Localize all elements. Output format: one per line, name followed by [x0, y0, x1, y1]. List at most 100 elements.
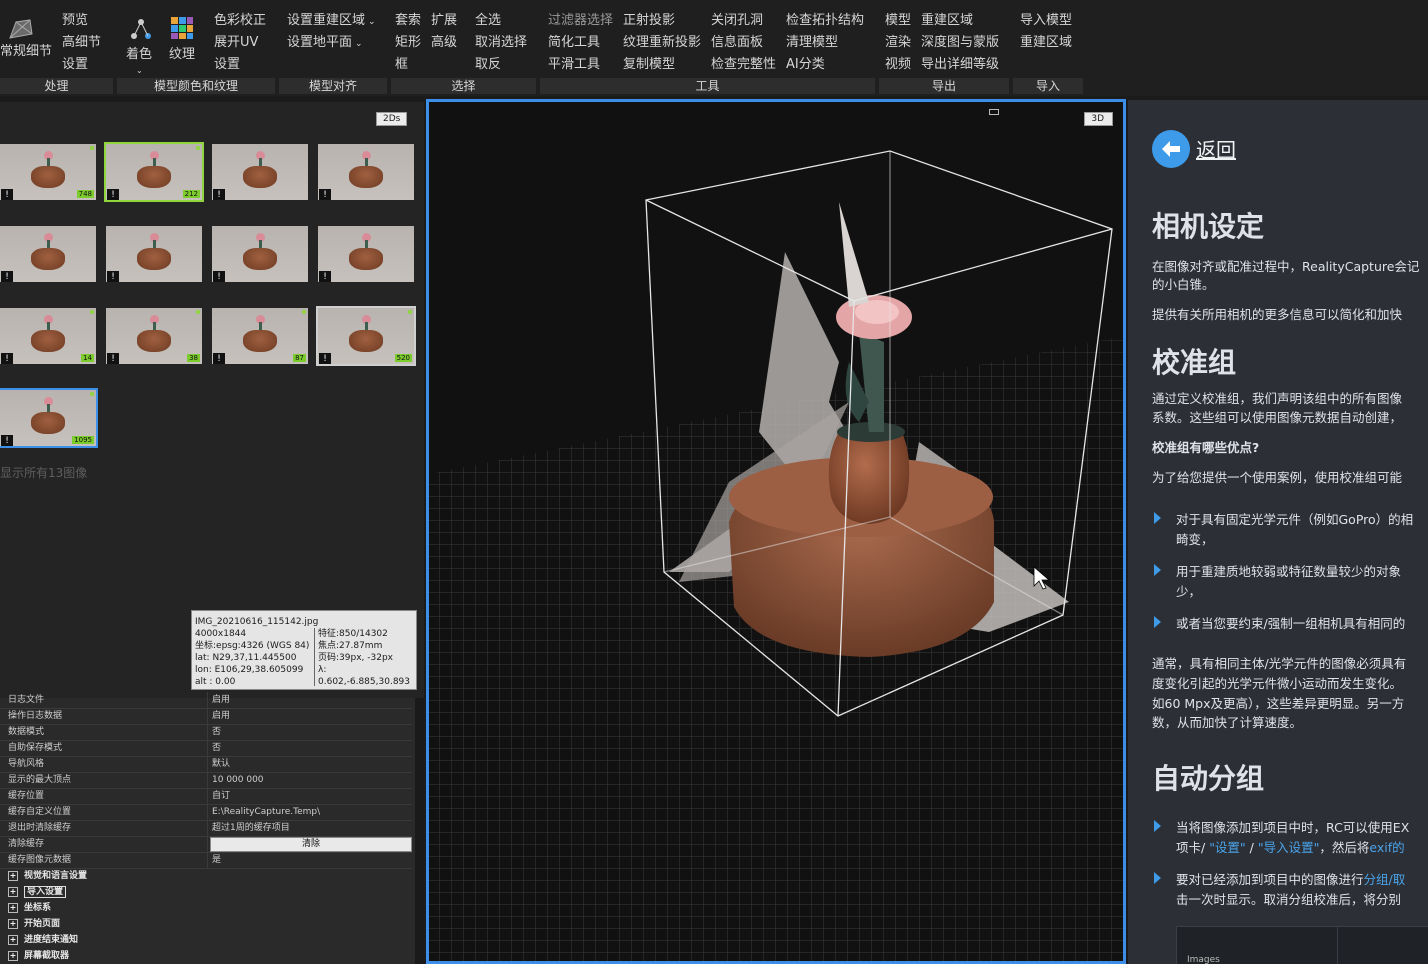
- back-arrow-icon[interactable]: [1152, 130, 1190, 168]
- settings-value[interactable]: 启用: [212, 692, 230, 708]
- box-button[interactable]: 框: [395, 57, 408, 73]
- image-thumbnail[interactable]: ! 87: [212, 308, 308, 364]
- exif-link[interactable]: exif的: [1369, 840, 1404, 855]
- settings-section[interactable]: + 导入设置: [8, 884, 408, 900]
- settings-section[interactable]: + 坐标系: [8, 900, 408, 916]
- settings-row[interactable]: 自助保存模式 否: [0, 740, 412, 757]
- view-2d-badge[interactable]: 2Ds: [376, 112, 408, 126]
- image-thumbnail[interactable]: ! 1095: [0, 388, 98, 448]
- ai-classify-button[interactable]: AI分类: [786, 57, 825, 73]
- settings-value[interactable]: 否: [212, 724, 221, 740]
- settings-row[interactable]: 操作日志数据 启用: [0, 708, 412, 725]
- colorize-button[interactable]: 着色: [126, 47, 152, 63]
- export-model-button[interactable]: 模型: [885, 13, 911, 29]
- image-thumbnail[interactable]: ! 14: [0, 308, 96, 364]
- expand-plus-icon[interactable]: +: [8, 934, 18, 945]
- image-thumbnail[interactable]: !: [212, 226, 308, 282]
- expand-plus-icon[interactable]: +: [8, 918, 18, 929]
- extend-button[interactable]: 扩展: [431, 13, 457, 29]
- image-thumbnail[interactable]: !: [318, 226, 414, 282]
- settings-value[interactable]: 启用: [212, 708, 230, 724]
- view-3d-badge[interactable]: 3D: [1084, 112, 1113, 126]
- copy-model-button[interactable]: 复制模型: [623, 57, 675, 73]
- export-lod-button[interactable]: 导出详细等级: [921, 57, 999, 73]
- check-integrity-button[interactable]: 检查完整性: [711, 57, 776, 73]
- settings-value[interactable]: 10 000 000: [212, 772, 264, 788]
- preview-button[interactable]: 预览: [62, 13, 88, 29]
- clean-model-button[interactable]: 清理模型: [786, 35, 838, 51]
- settings-link[interactable]: "设置": [1209, 840, 1246, 855]
- check-topology-button[interactable]: 检查拓扑结构: [786, 13, 864, 29]
- viewport-3d[interactable]: 3D: [426, 99, 1126, 964]
- settings-section[interactable]: + 屏幕截取器: [8, 948, 408, 964]
- settings-value[interactable]: 自订: [212, 788, 230, 804]
- rectangle-button[interactable]: 矩形: [395, 35, 421, 51]
- settings-section[interactable]: + 开始页面: [8, 916, 408, 932]
- color-correction-button[interactable]: 色彩校正: [214, 13, 266, 29]
- expand-plus-icon[interactable]: +: [8, 950, 18, 961]
- settings-row[interactable]: 缓存图像元数据 是: [0, 852, 412, 869]
- set-reconstruction-region-button[interactable]: 设置重建区域 ⌄: [287, 13, 376, 30]
- image-thumbnail[interactable]: ! 38: [106, 308, 202, 364]
- set-ground-plane-button[interactable]: 设置地平面 ⌄: [287, 35, 363, 52]
- image-thumbnail[interactable]: !: [318, 144, 414, 200]
- expand-plus-icon[interactable]: +: [8, 886, 18, 897]
- settings-value[interactable]: 是: [212, 852, 221, 868]
- expand-plus-icon[interactable]: +: [8, 870, 18, 881]
- image-thumbnail[interactable]: !: [106, 226, 202, 282]
- settings-value[interactable]: 超过1周的缓存项目: [212, 820, 290, 836]
- expand-plus-icon[interactable]: +: [8, 902, 18, 913]
- settings-row[interactable]: 数据模式 否: [0, 724, 412, 741]
- settings-row[interactable]: 退出时清除缓存 超过1周的缓存项目: [0, 820, 412, 837]
- info-panel-button[interactable]: 信息面板: [711, 35, 763, 51]
- high-detail-button[interactable]: 高细节: [62, 35, 101, 51]
- settings-value[interactable]: 默认: [212, 756, 230, 772]
- filter-selection-button[interactable]: 过滤器选择: [548, 13, 613, 29]
- settings-section[interactable]: + 进度结束通知: [8, 932, 408, 948]
- lasso-button[interactable]: 套索: [395, 13, 421, 29]
- smoothing-tool-button[interactable]: 平滑工具: [548, 57, 600, 73]
- show-all-images-link[interactable]: 显示所有13图像: [0, 464, 87, 481]
- select-all-button[interactable]: 全选: [475, 13, 501, 29]
- ortho-projection-button[interactable]: 正射投影: [623, 13, 675, 29]
- settings-row[interactable]: 导航风格 默认: [0, 756, 412, 773]
- settings-row[interactable]: 清除缓存 清除: [0, 836, 412, 853]
- image-thumbnail[interactable]: ! 212: [104, 142, 204, 202]
- image-thumbnail[interactable]: !: [0, 226, 96, 282]
- feature-count-badge: 87: [293, 354, 306, 362]
- normal-detail-button[interactable]: 常规细节: [0, 44, 52, 60]
- invert-button[interactable]: 取反: [475, 57, 501, 73]
- close-holes-button[interactable]: 关闭孔洞: [711, 13, 763, 29]
- video-button[interactable]: 视频: [885, 57, 911, 73]
- settings-value[interactable]: 否: [212, 740, 221, 756]
- image-thumbnail[interactable]: ! 520: [316, 306, 416, 366]
- process-settings-button[interactable]: 设置: [62, 57, 88, 73]
- settings-row[interactable]: 显示的最大顶点 10 000 000: [0, 772, 412, 789]
- depth-mask-button[interactable]: 深度图与蒙版: [921, 35, 999, 51]
- group-ungroup-link[interactable]: 分组/取: [1364, 872, 1406, 887]
- back-link[interactable]: 返回: [1196, 134, 1236, 163]
- settings-row[interactable]: 缓存自定义位置 E:\RealityCapture.Temp\: [0, 804, 412, 821]
- image-thumbnail[interactable]: !: [212, 144, 308, 200]
- unwrap-uv-button[interactable]: 展开UV: [214, 35, 258, 51]
- simplify-tool-button[interactable]: 简化工具: [548, 35, 600, 51]
- chevron-down-icon[interactable]: ⌄: [136, 63, 143, 79]
- settings-value[interactable]: E:\RealityCapture.Temp\: [212, 804, 320, 820]
- settings-scrollbar[interactable]: [415, 698, 424, 964]
- import-settings-link[interactable]: "导入设置": [1258, 840, 1320, 855]
- texture-reprojection-button[interactable]: 纹理重新投影: [623, 35, 701, 51]
- render-button[interactable]: 渲染: [885, 35, 911, 51]
- settings-row[interactable]: 日志文件 启用: [0, 692, 412, 709]
- import-model-button[interactable]: 导入模型: [1020, 13, 1072, 29]
- settings-section[interactable]: + 视觉和语言设置: [8, 868, 408, 884]
- texture-button[interactable]: 纹理: [169, 47, 195, 63]
- deselect-button[interactable]: 取消选择: [475, 35, 527, 51]
- clear-cache-button[interactable]: 清除: [210, 837, 412, 852]
- advanced-button[interactable]: 高级: [431, 35, 457, 51]
- texture-settings-button[interactable]: 设置: [214, 57, 240, 73]
- import-reconstruction-region-button[interactable]: 重建区域: [1020, 35, 1072, 51]
- settings-row[interactable]: 缓存位置 自订: [0, 788, 412, 805]
- image-thumbnail[interactable]: ! 748: [0, 144, 96, 200]
- export-reconstruction-region-button[interactable]: 重建区域: [921, 13, 973, 29]
- screenshot-icon[interactable]: [989, 102, 999, 115]
